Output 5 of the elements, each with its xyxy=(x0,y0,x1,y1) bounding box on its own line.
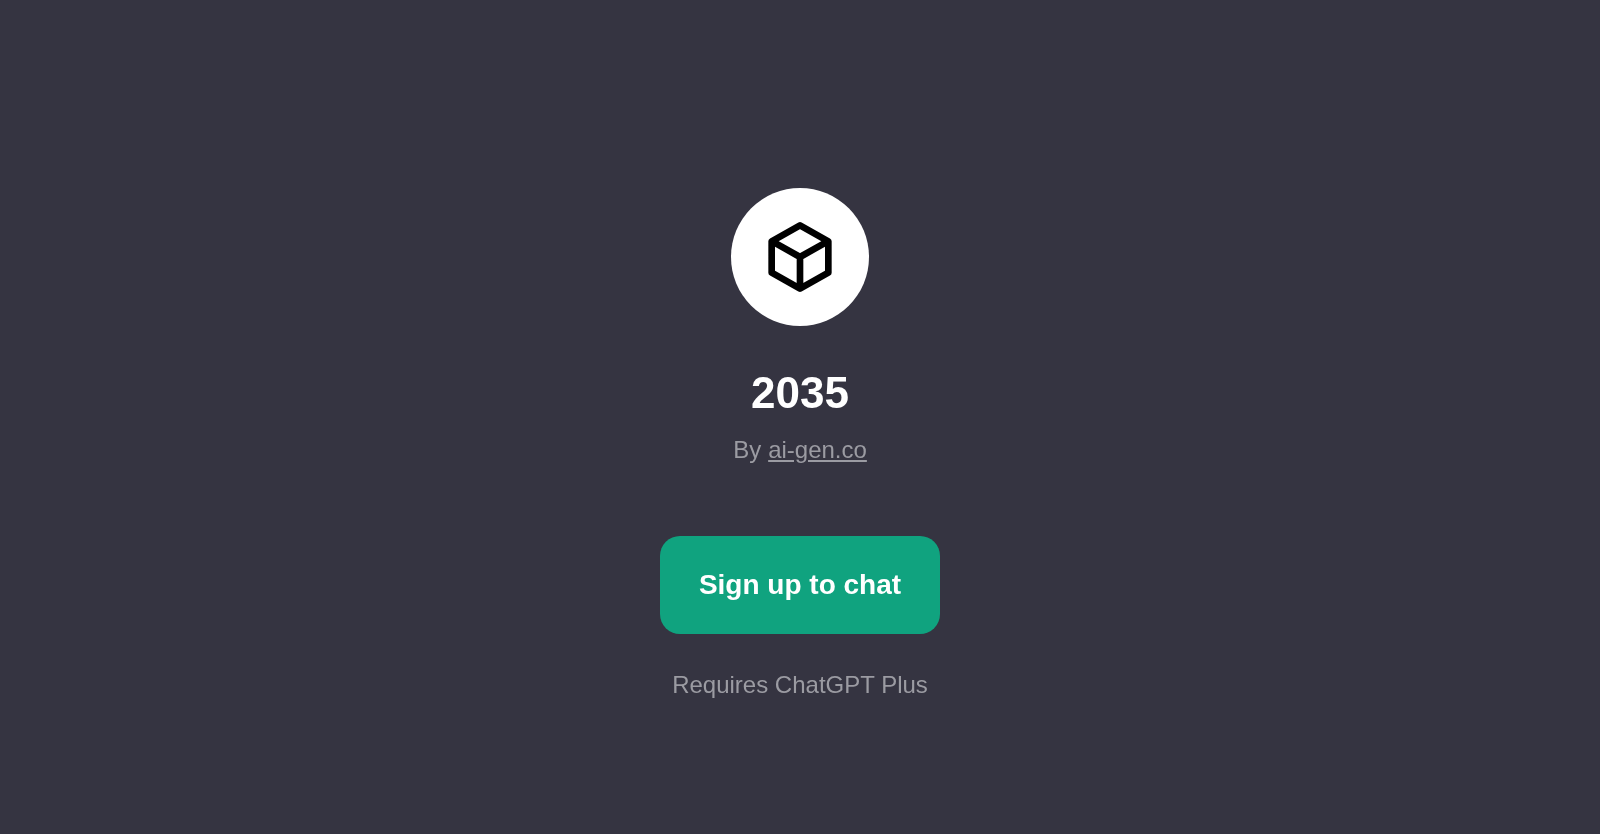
signup-button[interactable]: Sign up to chat xyxy=(660,536,940,634)
by-label: By xyxy=(733,435,762,465)
gpt-title: 2035 xyxy=(751,367,849,419)
requirement-note: Requires ChatGPT Plus xyxy=(672,670,928,700)
author-link[interactable]: ai-gen.co xyxy=(768,435,867,465)
